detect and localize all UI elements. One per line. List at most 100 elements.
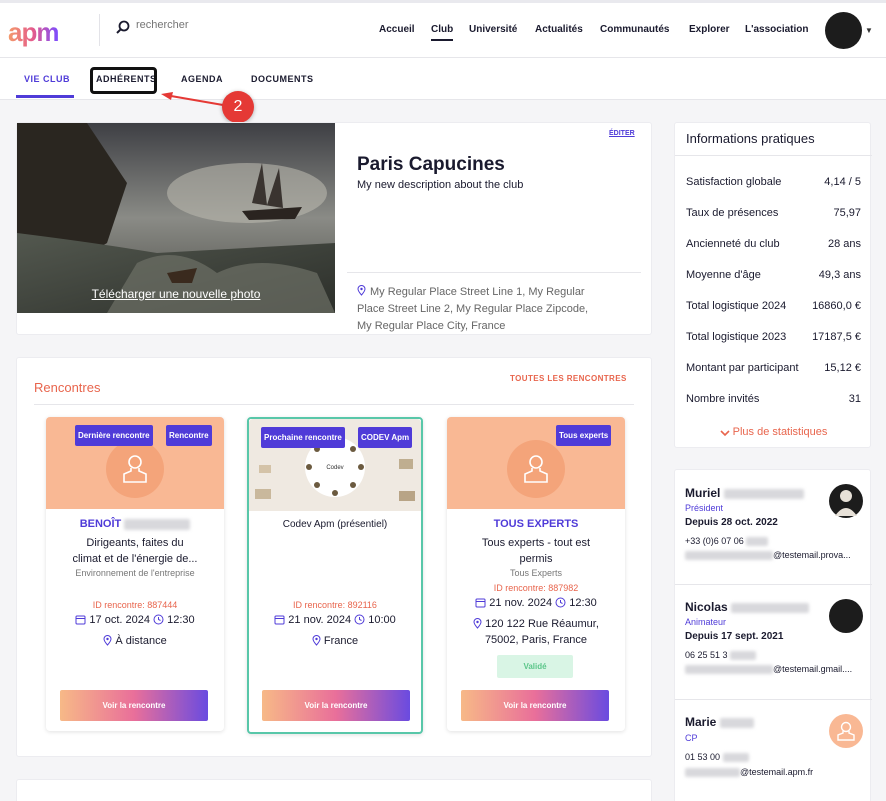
meeting-card[interactable]: Dernière rencontre Rencontre BENOÎT Diri… [46,417,224,731]
location-pin-icon [312,635,321,646]
view-meeting-button[interactable]: Voir la rencontre [461,690,609,721]
member-phone: +33 (0)6 07 06 [685,536,769,547]
codev-image-label: Codev [326,465,343,471]
meeting-datetime: 21 nov. 2024 12:30 [447,597,625,609]
meeting-title-line: Dirigeants, faites du [86,537,184,549]
member-name: Muriel [685,486,804,500]
tab-documents[interactable]: DOCUMENTS [251,74,314,84]
tab-agenda[interactable]: AGENDA [181,74,223,84]
club-photo: Télécharger une nouvelle photo [17,123,335,313]
divider [675,699,872,700]
top-bar: apm Accueil Club Université Actualités C… [0,0,886,58]
address-line: My Regular Place City, France [357,320,506,332]
meetings-card: Rencontres TOUTES LES RENCONTRES Dernièr… [16,357,652,757]
club-description: My new description about the club [357,179,524,191]
meeting-title-line: Tous experts - tout est [481,537,591,549]
location-pin-icon [473,618,482,629]
stat-row: Ancienneté du club 28 ans [686,238,861,250]
member-avatar [829,484,863,518]
nav-explorer[interactable]: Explorer [689,24,730,35]
location-pin-icon [103,635,112,646]
meeting-id: ID rencontre: 887444 [92,600,178,610]
meeting-host-name: TOUS EXPERTS [493,518,579,530]
meeting-card[interactable]: Codev Prochaine rencontre CODEV Apm Code… [247,417,423,734]
user-placeholder-icon [507,440,565,498]
member-role: CP [685,733,698,743]
tag-last-meeting: Dernière rencontre [75,425,153,446]
view-meeting-button[interactable]: Voir la rencontre [60,690,208,721]
meeting-id: ID rencontre: 892116 [293,600,377,610]
member-role: Animateur [685,617,727,627]
divider [347,272,641,273]
divider [34,404,634,405]
meeting-card-header: Dernière rencontre Rencontre [46,417,224,509]
annotation-highlight-box [90,67,157,94]
tag-next-meeting: Prochaine rencontre [261,427,345,448]
all-meetings-link[interactable]: TOUTES LES RENCONTRES [510,374,627,383]
view-meeting-button[interactable]: Voir la rencontre [262,690,410,721]
meeting-category: Tous Experts [509,568,563,578]
divider [675,584,872,585]
stat-row: Satisfaction globale 4,14 / 5 [686,176,861,188]
practical-info-card: Informations pratiques Satisfaction glob… [674,122,872,448]
member-name: Marie [685,715,754,729]
calendar-icon [274,615,285,625]
club-name: Paris Capucines [357,154,505,175]
nav-accueil[interactable]: Accueil [379,24,415,35]
meeting-datetime: 17 oct. 2024 12:30 [46,614,224,626]
meeting-location: À distance [46,633,224,649]
meeting-card[interactable]: Tous experts TOUS EXPERTS Tous experts -… [447,417,625,731]
meeting-card-header: Codev Prochaine rencontre CODEV Apm [249,419,421,511]
club-card: Télécharger une nouvelle photo ÉDITER Pa… [16,122,652,335]
chevron-down-icon[interactable]: ▼ [865,26,873,35]
nav-club[interactable]: Club [431,24,454,41]
tab-vie-club[interactable]: VIE CLUB [24,74,70,84]
stat-row: Moyenne d'âge 49,3 ans [686,269,861,281]
club-address: My Regular Place Street Line 1, My Regul… [357,284,627,335]
next-section-card [16,779,652,801]
status-badge: Validé [497,655,573,678]
members-card: Muriel Président Depuis 28 oct. 2022 +33… [674,469,872,801]
meetings-title: Rencontres [34,380,101,395]
nav-association[interactable]: L'association [745,24,809,35]
stat-row: Montant par participant 15,12 € [686,362,861,374]
info-title: Informations pratiques [686,131,815,146]
member-since: Depuis 28 oct. 2022 [685,517,778,528]
calendar-icon [75,615,86,625]
member-role: Président [685,503,724,513]
member-email: @testemail.prova... [685,550,851,561]
location-pin-icon [357,285,366,296]
clock-icon [354,614,365,625]
chevron-down-icon [720,430,730,437]
nav-actualites[interactable]: Actualités [535,24,583,35]
more-stats-link[interactable]: Plus de statistiques [675,426,872,438]
search-icon[interactable] [116,20,130,34]
nav-communautes[interactable]: Communautés [600,24,669,35]
meeting-id: ID rencontre: 887982 [493,583,579,593]
edit-club-link[interactable]: ÉDITER [609,130,635,137]
member-name: Nicolas [685,600,810,614]
member-phone: 06 25 51 3 [685,650,757,661]
upload-photo-link[interactable]: Télécharger une nouvelle photo [17,287,335,301]
meeting-title-line: climat et de l'énergie de... [72,553,198,565]
annotation-arrow [161,92,224,106]
meeting-card-header: Tous experts [447,417,625,509]
user-avatar[interactable] [825,12,862,49]
tag-all-experts: Tous experts [556,425,612,446]
meeting-location: France [249,633,421,649]
search-input[interactable] [136,19,256,31]
nav-universite[interactable]: Université [469,24,517,35]
stat-row: Total logistique 2023 17187,5 € [686,331,861,343]
member-avatar [829,714,863,748]
active-tab-indicator [16,95,74,98]
user-placeholder-icon [106,440,164,498]
meeting-category: Environnement de l'entreprise [75,568,195,578]
tag-meeting: Rencontre [166,425,212,446]
member-phone: 01 53 00 [685,752,749,763]
member-since: Depuis 17 sept. 2021 [685,631,784,642]
stat-row: Taux de présences 75,97 [686,207,861,219]
calendar-icon [475,598,486,608]
divider [675,155,872,156]
apm-logo[interactable]: apm [8,17,59,48]
clock-icon [153,614,164,625]
